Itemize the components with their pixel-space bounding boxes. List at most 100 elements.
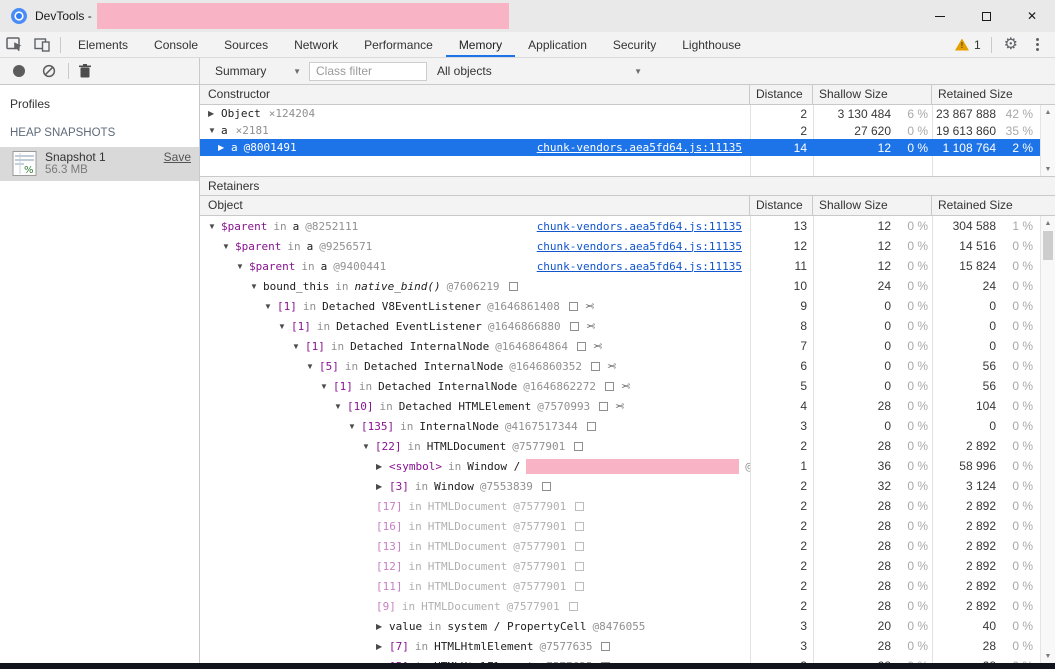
reveal-in-summary-icon[interactable] bbox=[601, 662, 610, 664]
tab-sources[interactable]: Sources bbox=[211, 32, 281, 57]
tree-toggle-icon[interactable]: ▼ bbox=[264, 302, 277, 311]
reveal-in-summary-icon[interactable] bbox=[542, 482, 551, 491]
tree-toggle-icon[interactable]: ▶ bbox=[376, 622, 389, 631]
warnings-badge[interactable]: ! 1 bbox=[949, 38, 987, 52]
tree-toggle-icon[interactable]: ▶ bbox=[218, 143, 231, 152]
tree-toggle-icon[interactable]: ▼ bbox=[292, 342, 305, 351]
column-header-constructor[interactable]: Constructor bbox=[200, 85, 750, 104]
close-button[interactable]: ✕ bbox=[1009, 0, 1055, 32]
column-header-retained-size[interactable]: Retained Size bbox=[932, 85, 1055, 104]
reveal-in-summary-icon[interactable] bbox=[569, 602, 578, 611]
column-header-shallow-size[interactable]: Shallow Size bbox=[813, 196, 932, 215]
tree-toggle-icon[interactable]: ▶ bbox=[208, 109, 221, 118]
retainer-row[interactable]: ▼[1]inDetached InternalNode@1646864864✂7… bbox=[200, 336, 1055, 356]
constructor-row[interactable]: ▶Object×12420423 130 4846 %23 867 88842 … bbox=[200, 105, 1055, 122]
tab-elements[interactable]: Elements bbox=[65, 32, 141, 57]
source-link[interactable]: chunk-vendors.aea5fd64.js:11135 bbox=[537, 141, 742, 154]
reveal-in-summary-icon[interactable] bbox=[591, 362, 600, 371]
retainer-row[interactable]: ▼[10]inDetached HTMLElement@7570993✂4280… bbox=[200, 396, 1055, 416]
column-header-shallow-size[interactable]: Shallow Size bbox=[813, 85, 932, 104]
source-link[interactable]: chunk-vendors.aea5fd64.js:11135 bbox=[537, 240, 742, 253]
sidebar-item-snapshot-1[interactable]: % Snapshot 1 56.3 MB Save bbox=[0, 147, 199, 181]
tree-toggle-icon[interactable]: ▼ bbox=[208, 126, 221, 135]
reveal-in-summary-icon[interactable] bbox=[601, 642, 610, 651]
retainer-row[interactable]: ▶[7]inHTMLHtmlElement@75776353280 %280 % bbox=[200, 636, 1055, 656]
tree-toggle-icon[interactable]: ▼ bbox=[306, 362, 319, 371]
reveal-in-summary-icon[interactable] bbox=[575, 562, 584, 571]
scroll-up-icon[interactable]: ▲ bbox=[1041, 216, 1055, 230]
retainer-row[interactable]: ▼$parentina@9256571chunk-vendors.aea5fd6… bbox=[200, 236, 1055, 256]
retainer-row[interactable]: [16]inHTMLDocument@75779012280 %2 8920 % bbox=[200, 516, 1055, 536]
reveal-in-summary-icon[interactable] bbox=[575, 502, 584, 511]
reveal-in-summary-icon[interactable] bbox=[575, 542, 584, 551]
clear-profiles-button[interactable] bbox=[42, 64, 56, 78]
retainer-row[interactable]: ▼[1]inDetached V8EventListener@164686140… bbox=[200, 296, 1055, 316]
class-filter-input[interactable] bbox=[309, 62, 427, 81]
tree-toggle-icon[interactable]: ▶ bbox=[376, 482, 389, 491]
object-filter-select[interactable]: All objects ▼ bbox=[437, 64, 642, 78]
reveal-in-summary-icon[interactable] bbox=[509, 282, 518, 291]
scroll-down-icon[interactable]: ▼ bbox=[1041, 162, 1055, 176]
record-heap-button[interactable] bbox=[13, 65, 25, 77]
scrollbar-thumb[interactable] bbox=[1043, 231, 1053, 260]
profile-view-select[interactable]: Summary ▼ bbox=[215, 64, 301, 78]
reveal-in-summary-icon[interactable] bbox=[574, 442, 583, 451]
retainer-row[interactable]: ▼[135]inInternalNode@4167517344300 %00 % bbox=[200, 416, 1055, 436]
tree-toggle-icon[interactable]: ▼ bbox=[278, 322, 291, 331]
retainer-row[interactable]: ▶[3]inWindow@75538392320 %3 1240 % bbox=[200, 476, 1055, 496]
scroll-up-icon[interactable]: ▲ bbox=[1041, 105, 1055, 119]
retainer-row[interactable]: [17]inHTMLDocument@75779012280 %2 8920 % bbox=[200, 496, 1055, 516]
column-header-object[interactable]: Object bbox=[200, 196, 750, 215]
retainer-row[interactable]: ▼bound_thisinnative_bind()@760621910240 … bbox=[200, 276, 1055, 296]
reveal-in-summary-icon[interactable] bbox=[575, 582, 584, 591]
source-link[interactable]: chunk-vendors.aea5fd64.js:11135 bbox=[537, 220, 742, 233]
retainer-row[interactable]: ▶valueinsystem / PropertyCell@8476055320… bbox=[200, 616, 1055, 636]
scroll-down-icon[interactable]: ▼ bbox=[1041, 649, 1055, 663]
tab-performance[interactable]: Performance bbox=[351, 32, 446, 57]
reveal-in-summary-icon[interactable] bbox=[605, 382, 614, 391]
more-options-button[interactable] bbox=[1026, 38, 1049, 51]
retainer-row[interactable]: [11]inHTMLDocument@75779012280 %2 8920 % bbox=[200, 576, 1055, 596]
column-header-retained-size[interactable]: Retained Size bbox=[932, 196, 1055, 215]
tab-network[interactable]: Network bbox=[281, 32, 351, 57]
settings-button[interactable]: ⚙ bbox=[996, 37, 1026, 53]
tree-toggle-icon[interactable]: ▶ bbox=[376, 662, 389, 664]
tab-application[interactable]: Application bbox=[515, 32, 600, 57]
retainer-row[interactable]: ▶[5]inHTMLHtmlElement@75776353280 %280 % bbox=[200, 656, 1055, 663]
save-snapshot-link[interactable]: Save bbox=[164, 150, 191, 164]
tree-toggle-icon[interactable]: ▼ bbox=[348, 422, 361, 431]
tab-console[interactable]: Console bbox=[141, 32, 211, 57]
tree-toggle-icon[interactable]: ▼ bbox=[236, 262, 249, 271]
reveal-in-summary-icon[interactable] bbox=[587, 422, 596, 431]
retainer-row[interactable]: [12]inHTMLDocument@75779012280 %2 8920 % bbox=[200, 556, 1055, 576]
constructor-row[interactable]: ▼a×2181227 6200 %19 613 86035 % bbox=[200, 122, 1055, 139]
reveal-in-summary-icon[interactable] bbox=[599, 402, 608, 411]
inspect-element-button[interactable] bbox=[0, 32, 28, 57]
device-toolbar-button[interactable] bbox=[28, 32, 56, 57]
tree-toggle-icon[interactable]: ▼ bbox=[250, 282, 263, 291]
retainer-row[interactable]: ▼[1]inDetached EventListener@1646866880✂… bbox=[200, 316, 1055, 336]
retainer-row[interactable]: ▼$parentina@8252111chunk-vendors.aea5fd6… bbox=[200, 216, 1055, 236]
column-header-distance[interactable]: Distance bbox=[750, 196, 813, 215]
retainer-row[interactable]: ▼[5]inDetached InternalNode@1646860352✂6… bbox=[200, 356, 1055, 376]
tree-toggle-icon[interactable]: ▼ bbox=[320, 382, 333, 391]
tab-security[interactable]: Security bbox=[600, 32, 669, 57]
tab-memory[interactable]: Memory bbox=[446, 32, 515, 57]
retainer-row[interactable]: [13]inHTMLDocument@75779012280 %2 8920 % bbox=[200, 536, 1055, 556]
retainer-row[interactable]: ▶<symbol>inWindow /@75542891360 %58 9960… bbox=[200, 456, 1055, 476]
reveal-in-summary-icon[interactable] bbox=[575, 522, 584, 531]
delete-profile-button[interactable] bbox=[79, 64, 91, 78]
tree-toggle-icon[interactable]: ▶ bbox=[376, 462, 389, 471]
tab-lighthouse[interactable]: Lighthouse bbox=[669, 32, 754, 57]
retainer-row[interactable]: ▼[22]inHTMLDocument@75779012280 %2 8920 … bbox=[200, 436, 1055, 456]
minimize-button[interactable] bbox=[917, 0, 963, 32]
tree-toggle-icon[interactable]: ▶ bbox=[376, 642, 389, 651]
reveal-in-summary-icon[interactable] bbox=[569, 302, 578, 311]
constructor-row[interactable]: ▶a@8001491chunk-vendors.aea5fd64.js:1113… bbox=[200, 139, 1055, 156]
tree-toggle-icon[interactable]: ▼ bbox=[222, 242, 235, 251]
tree-toggle-icon[interactable]: ▼ bbox=[362, 442, 375, 451]
retainer-row[interactable]: ▼[1]inDetached InternalNode@1646862272✂5… bbox=[200, 376, 1055, 396]
reveal-in-summary-icon[interactable] bbox=[570, 322, 579, 331]
retainer-row[interactable]: ▼$parentina@9400441chunk-vendors.aea5fd6… bbox=[200, 256, 1055, 276]
constructor-scrollbar[interactable]: ▲ ▼ bbox=[1040, 105, 1055, 176]
